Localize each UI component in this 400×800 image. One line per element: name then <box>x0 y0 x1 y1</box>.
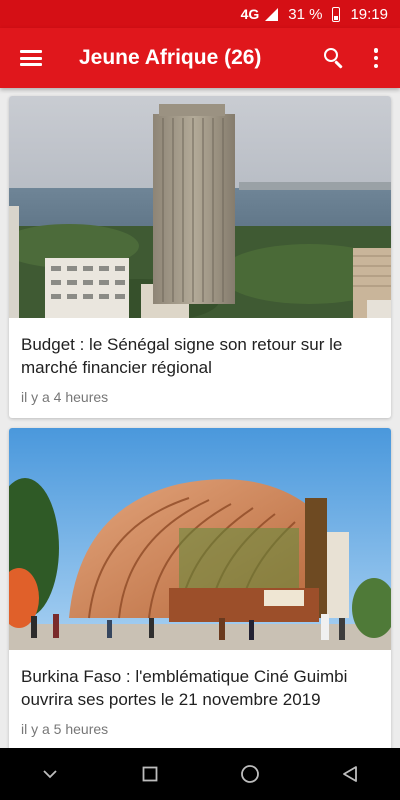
battery-icon <box>332 6 341 22</box>
search-icon[interactable] <box>323 47 345 69</box>
app-title: Jeune Afrique (26) <box>79 46 262 69</box>
clock: 19:19 <box>350 5 388 23</box>
menu-icon[interactable] <box>20 50 42 66</box>
article-time: il y a 5 heures <box>21 721 109 737</box>
app-bar: Jeune Afrique (26) <box>0 28 400 88</box>
article-headline[interactable]: Budget : le Sénégal signe son retour sur… <box>9 318 391 379</box>
back-triangle-icon[interactable] <box>330 754 370 794</box>
system-nav-bar <box>0 748 400 800</box>
article-time: il y a 4 heures <box>21 389 109 405</box>
signal-icon <box>265 7 279 21</box>
network-type: 4G <box>240 6 260 22</box>
status-bar: 4G 31 % 19:19 <box>0 0 400 28</box>
article-headline[interactable]: Burkina Faso : l'emblématique Ciné Guimb… <box>9 650 391 711</box>
article-card[interactable]: Burkina Faso : l'emblématique Ciné Guimb… <box>9 428 391 748</box>
article-image <box>9 96 391 318</box>
article-card[interactable]: Budget : le Sénégal signe son retour sur… <box>9 96 391 418</box>
home-circle-icon[interactable] <box>230 754 270 794</box>
article-image <box>9 428 391 650</box>
chevron-down-icon[interactable] <box>30 754 70 794</box>
recents-square-icon[interactable] <box>130 754 170 794</box>
more-vert-icon[interactable] <box>373 48 379 68</box>
article-feed[interactable]: Budget : le Sénégal signe son retour sur… <box>0 88 400 748</box>
battery-percent: 31 % <box>288 5 323 23</box>
